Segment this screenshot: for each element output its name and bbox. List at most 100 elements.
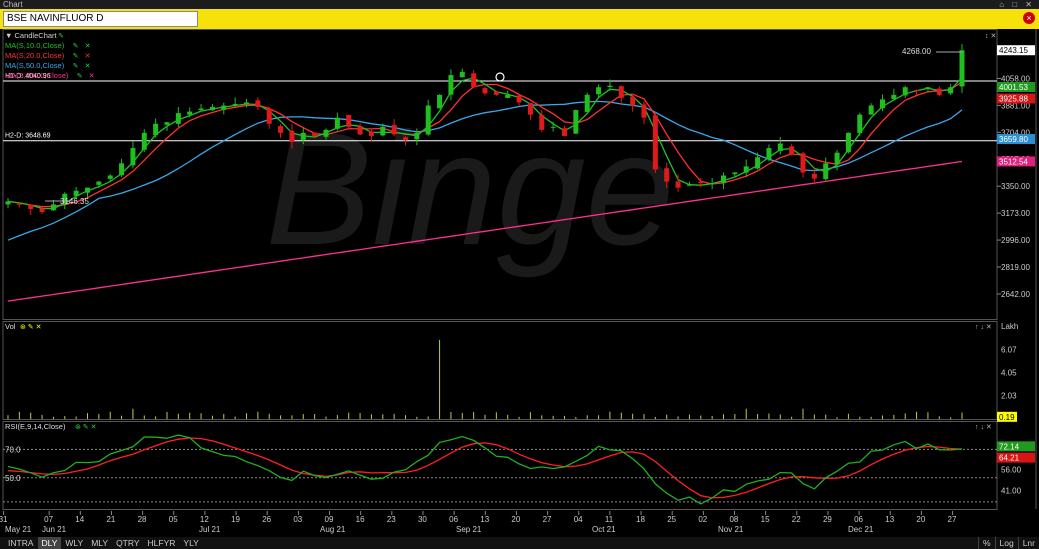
x-tick-label: 02	[698, 515, 707, 524]
x-tick-label: 28	[138, 515, 147, 524]
window-titlebar: Chart ⌂ □ ✕	[0, 0, 1039, 9]
candle-body	[130, 148, 136, 166]
candle-body	[119, 163, 125, 176]
candle-body	[584, 94, 590, 112]
scale-tab-log[interactable]: Log	[994, 537, 1018, 549]
candle-body	[482, 88, 488, 94]
candle-body	[266, 108, 272, 124]
candle-body	[845, 132, 851, 153]
candle-body	[414, 132, 420, 140]
price-value-tag-text: 3925.88	[999, 95, 1028, 104]
x-tick-label: 15	[761, 515, 770, 524]
candle-body	[289, 130, 295, 143]
candle-body	[596, 87, 602, 95]
window-controls[interactable]: ⌂ □ ✕	[999, 0, 1035, 9]
candle-body	[721, 175, 726, 184]
x-tick-label: 31	[0, 515, 8, 524]
rsi-tick-label: 56.00	[1001, 465, 1022, 474]
price-value-tag-text: 3512.54	[999, 157, 1028, 166]
high-label: 4268.00	[902, 47, 931, 56]
candle-body	[755, 157, 761, 169]
rsi-title: RSI(E,9,14,Close)	[5, 422, 66, 431]
candle-body	[550, 126, 556, 128]
x-tick-label: 18	[636, 515, 645, 524]
tab-qtry[interactable]: QTRY	[112, 537, 143, 549]
candle-body	[380, 126, 386, 136]
x-month-label: Sep 21	[456, 525, 482, 534]
x-tick-label: 06	[854, 515, 863, 524]
candle-body	[141, 132, 147, 150]
tab-hlfyr[interactable]: HLFYR	[144, 537, 180, 549]
symbol-input[interactable]: BSE NAVINFLUOR D	[3, 11, 198, 27]
panel-controls: ↕ ✕	[985, 33, 996, 40]
candle-body	[448, 75, 454, 95]
candle-body	[255, 100, 261, 108]
tab-intra[interactable]: INTRA	[4, 537, 38, 549]
price-tick-label: 2996.00	[1001, 236, 1030, 245]
candle-body	[96, 181, 102, 185]
scale-tab-lnr[interactable]: Lnr	[1017, 537, 1039, 549]
tab-wly[interactable]: WLY	[61, 537, 87, 549]
candle-body	[278, 126, 284, 133]
candle-body	[823, 163, 829, 180]
candle-body	[50, 204, 56, 211]
tab-yly[interactable]: YLY	[179, 537, 202, 549]
candle-body	[107, 175, 113, 179]
close-icon[interactable]: ×	[1023, 12, 1035, 24]
volume-tick-label: 6.07	[1001, 345, 1017, 354]
price-tick-label: 2819.00	[1001, 263, 1030, 272]
x-tick-label: 09	[325, 515, 334, 524]
rsi-panel-controls: ↑ ↓ ✕	[975, 424, 992, 431]
x-tick-label: 08	[729, 515, 738, 524]
x-month-label: Aug 21	[320, 525, 346, 534]
x-tick-label: 27	[543, 515, 552, 524]
candle-body	[5, 201, 11, 205]
candle-body	[164, 122, 170, 125]
candle-body	[562, 128, 567, 136]
rsi-value-tag-text: 64.21	[999, 454, 1020, 463]
volume-tick-label: 2.03	[1001, 392, 1017, 401]
legend-edit-icon: ✎	[58, 33, 64, 40]
candle-body	[573, 110, 579, 134]
legend-close-icon: ✕	[85, 53, 91, 60]
x-tick-label: 16	[356, 515, 365, 524]
volume-unit: Lakh	[1001, 322, 1018, 331]
candle-body	[936, 88, 942, 95]
candle-body	[777, 143, 783, 152]
watermark: Binge	[265, 99, 674, 278]
scale-tabs: % Log Lnr	[977, 537, 1039, 549]
x-tick-label: 19	[231, 515, 240, 524]
price-value-tag-text: 4001.53	[999, 83, 1028, 92]
x-month-label: Jun 21	[42, 525, 67, 534]
x-tick-label: 05	[169, 515, 178, 524]
tab-dly[interactable]: DLY	[37, 537, 62, 549]
candle-body	[368, 131, 374, 136]
candle-body	[789, 146, 795, 155]
candle-body	[743, 166, 749, 173]
x-tick-label: 30	[418, 515, 427, 524]
candle-body	[652, 115, 658, 170]
candle-body	[28, 204, 34, 210]
candle-body	[334, 117, 340, 129]
tab-mly[interactable]: MLY	[87, 537, 112, 549]
candle-body	[630, 96, 636, 106]
rsi-level-label: 50.0	[5, 474, 21, 483]
chart-canvas[interactable]: Binge4058.003881.003704.003527.003350.00…	[0, 29, 1039, 537]
rsi-settings-icon: ⊛ ✎ ✕	[75, 424, 97, 431]
x-month-label: Dec 21	[848, 525, 874, 534]
x-month-label: Oct 21	[592, 525, 616, 534]
legend-edit-icon: ✎	[77, 73, 83, 80]
scale-tab-percent[interactable]: %	[977, 537, 995, 549]
candle-body	[312, 132, 318, 136]
price-tick-label: 3173.00	[1001, 209, 1030, 218]
x-tick-label: 25	[667, 515, 676, 524]
candle-body	[857, 114, 863, 133]
candle-body	[425, 105, 431, 135]
x-month-label: Jul 21	[199, 525, 221, 534]
candle-body	[709, 183, 715, 185]
price-value-tag-text: 4243.15	[999, 46, 1028, 55]
candle-body	[323, 129, 329, 137]
candle-body	[664, 168, 670, 182]
candle-body	[800, 153, 806, 173]
candle-body	[221, 105, 227, 110]
